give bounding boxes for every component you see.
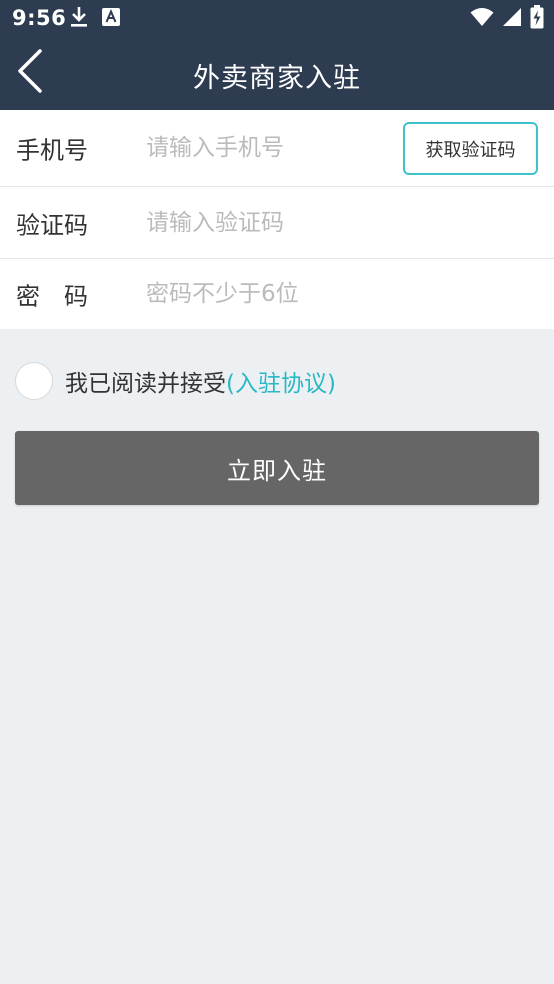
battery-charging-icon bbox=[530, 5, 544, 33]
agree-checkbox[interactable] bbox=[15, 361, 53, 400]
nav-bar: 外卖商家入驻 bbox=[0, 38, 554, 110]
password-row: 密 码 bbox=[0, 259, 554, 329]
phone-row: 手机号 获取验证码 bbox=[0, 110, 554, 187]
cell-signal-icon bbox=[502, 7, 522, 31]
status-left-icons bbox=[70, 6, 120, 32]
code-row: 验证码 bbox=[0, 187, 554, 259]
agreement-text: 我已阅读并接受 bbox=[65, 370, 226, 397]
registration-form: 手机号 获取验证码 验证码 密 码 bbox=[0, 110, 554, 329]
download-icon bbox=[70, 6, 88, 32]
phone-input[interactable] bbox=[146, 128, 386, 168]
status-time: 9:56 bbox=[12, 6, 67, 30]
font-a-icon bbox=[102, 8, 120, 30]
status-bar: 9:56 bbox=[0, 0, 554, 38]
app-header: 9:56 外卖商家入驻 bbox=[0, 0, 554, 110]
status-right-icons bbox=[470, 5, 544, 33]
password-input[interactable] bbox=[146, 274, 526, 314]
submit-button[interactable]: 立即入驻 bbox=[15, 431, 539, 505]
password-label: 密 码 bbox=[16, 282, 88, 311]
code-label: 验证码 bbox=[16, 211, 88, 239]
page-title: 外卖商家入驻 bbox=[193, 63, 361, 94]
agreement-row: 我已阅读并接受 (入驻协议) bbox=[15, 360, 336, 401]
wifi-icon bbox=[470, 7, 494, 31]
get-code-button[interactable]: 获取验证码 bbox=[403, 122, 538, 175]
phone-label: 手机号 bbox=[16, 136, 88, 165]
agreement-link[interactable]: (入驻协议) bbox=[226, 364, 336, 398]
code-input[interactable] bbox=[146, 202, 526, 243]
